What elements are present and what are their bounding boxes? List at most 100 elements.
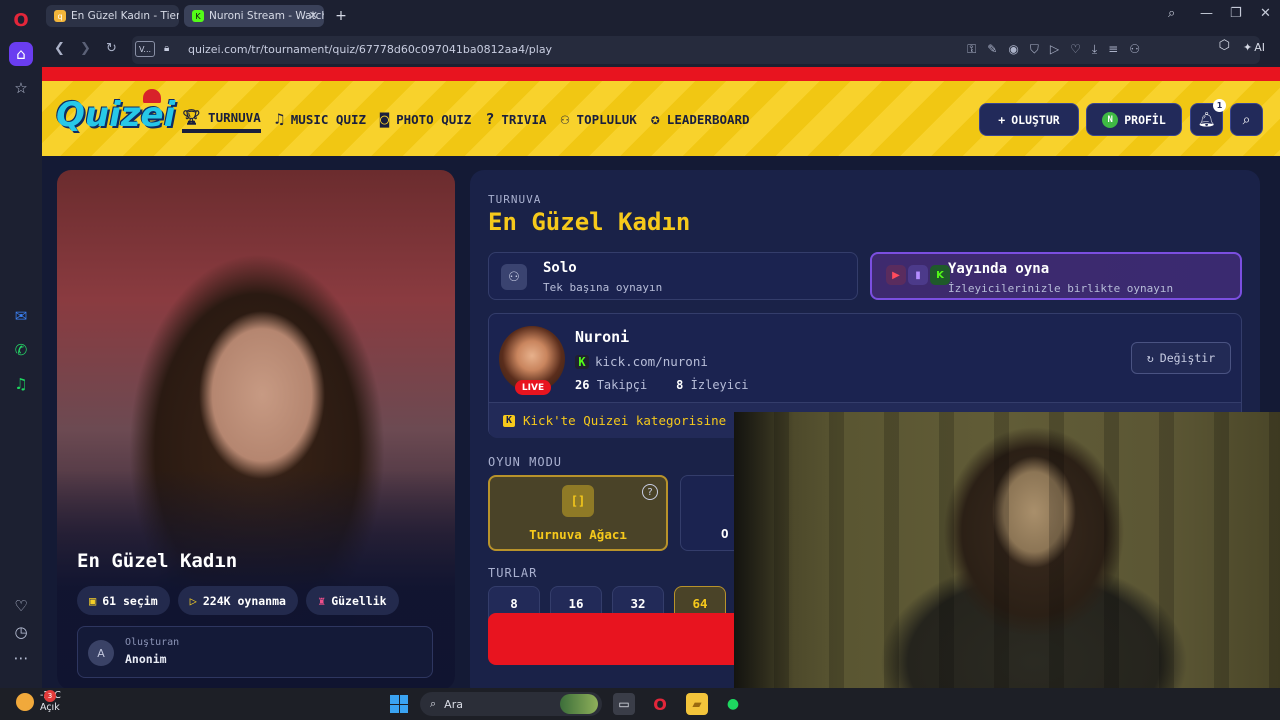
whatsapp-icon[interactable]: ✆ — [9, 338, 33, 362]
more-icon[interactable]: ⋯ — [9, 646, 33, 670]
search-tabs-icon[interactable]: ⌕ — [1168, 6, 1175, 21]
nav-label: TRIVIA — [501, 111, 547, 127]
home-icon[interactable]: ⌂ — [9, 42, 33, 66]
mode-stream-title: Yayında oyna — [948, 261, 1050, 277]
quizei-favicon-icon: q — [54, 10, 66, 22]
kick-note-text: Kick'te Quizei kategorisine — [523, 413, 727, 428]
notifications-button[interactable]: 🔔︎ 1 — [1190, 99, 1226, 136]
weather-widget[interactable]: 3 -2°C Açık — [16, 690, 61, 714]
extensions-cube-icon[interactable]: ⬡ — [1219, 38, 1230, 53]
profile-avatar: N — [1102, 111, 1119, 128]
panel-title: En Güzel Kadın — [488, 208, 691, 236]
tab-nuroni-stream[interactable]: K Nuroni Stream - Watch ✕ — [184, 5, 324, 27]
category-text: Güzellik — [331, 593, 387, 608]
nav-topluluk[interactable]: ⚇ TOPLULUK — [561, 105, 637, 133]
weather-condition: Açık — [40, 702, 60, 713]
edit-icon[interactable]: ✎ — [987, 42, 997, 57]
webcam-overlay — [734, 412, 1280, 688]
new-tab-button[interactable]: + — [332, 7, 350, 25]
taskbar-search[interactable]: ⌕ Ara — [420, 692, 602, 716]
streamer-stats: 26 Takipçi 8 İzleyici — [575, 378, 748, 392]
messenger-icon[interactable]: ✉ — [9, 304, 33, 328]
lock-icon[interactable]: 🔒︎ — [164, 43, 169, 54]
menu-lines-icon[interactable]: ≡ — [1108, 42, 1118, 57]
minimize-icon[interactable]: — — [1200, 6, 1213, 21]
pinboard-icon[interactable]: ☆ — [9, 76, 33, 100]
nav-label: LEADERBOARD — [666, 111, 750, 127]
forward-icon[interactable]: ❯ — [80, 41, 91, 56]
camera-icon: ◙ — [380, 110, 390, 128]
account-icon[interactable]: ⚇ — [1129, 42, 1140, 57]
task-view-icon[interactable]: ▭ — [613, 693, 635, 715]
shield-icon[interactable]: ⛉ — [1030, 42, 1039, 57]
aria-ai-button[interactable]: ✦ AI — [1234, 35, 1274, 59]
santa-hat-icon — [143, 89, 161, 103]
creator-name: Anonim — [125, 652, 167, 666]
mode-stream-option[interactable]: ▶ ▮ K Yayında oyna İzleyicilerinizle bir… — [870, 252, 1242, 300]
vpn-badge[interactable]: V... — [135, 41, 155, 57]
restore-icon[interactable]: ❐ — [1230, 6, 1242, 21]
kick-small-icon: K — [503, 414, 515, 427]
help-icon[interactable]: ? — [642, 484, 658, 500]
site-search-button[interactable]: ⌕ — [1230, 103, 1263, 136]
spotify-icon[interactable]: ♫ — [9, 372, 33, 396]
curtain-folds — [734, 412, 1280, 688]
url-text[interactable]: quizei.com/tr/tournament/quiz/67778d60c0… — [188, 43, 552, 56]
download-icon[interactable]: ⤓ — [1092, 42, 1097, 57]
top-red-strip — [42, 67, 1280, 81]
users-icon: ⚇ — [560, 110, 570, 128]
back-icon[interactable]: ❮ — [54, 41, 65, 56]
quiz-title: En Güzel Kadın — [77, 550, 238, 572]
streamer-link[interactable]: K kick.com/nuroni — [575, 354, 708, 369]
game-mode-label: OYUN MODU — [488, 455, 563, 469]
favorites-heart-icon[interactable]: ♡ — [9, 594, 33, 618]
browser-sidebar: O ⌂ ☆ ✉ ✆ ♫ ♡ ◷ ⋯ — [0, 0, 42, 688]
snapshot-camera-icon[interactable]: ◉ — [1008, 42, 1018, 57]
mode-solo-option[interactable]: ⚇ Solo Tek başına oynayın — [488, 252, 858, 300]
tab-tier-list[interactable]: q En Güzel Kadın - Tier List — [46, 5, 179, 27]
moon-icon — [16, 693, 34, 711]
close-tab-icon[interactable]: ✕ — [309, 9, 318, 22]
close-window-icon[interactable]: ✕ — [1260, 6, 1271, 21]
key-icon[interactable]: ⚿ — [967, 42, 976, 57]
opera-taskbar-icon[interactable]: O — [649, 693, 671, 715]
streamer-name: Nuroni — [575, 328, 630, 346]
nav-music-quiz[interactable]: ♫ MUSIC QUIZ — [275, 105, 366, 133]
windows-start-icon[interactable] — [390, 695, 408, 713]
rounds-label: TURLAR — [488, 566, 538, 580]
nav-leaderboard[interactable]: ✪ LEADERBOARD — [651, 105, 750, 133]
kick-favicon-icon: K — [192, 10, 204, 22]
profile-label: PROFİL — [1124, 112, 1166, 127]
bracket-icon: [] — [562, 485, 594, 517]
creator-box[interactable]: A Oluşturan Anonim — [77, 626, 433, 678]
start-button[interactable] — [488, 613, 748, 665]
youtube-icon: ▶ — [886, 265, 906, 285]
history-clock-icon[interactable]: ◷ — [9, 620, 33, 644]
choices-chip: ▣ 61 seçim — [77, 586, 170, 615]
url-field[interactable]: V... 🔒︎ quizei.com/tr/tournament/quiz/67… — [132, 36, 1260, 64]
play-icon[interactable]: ▷ — [1050, 42, 1059, 57]
taskbar-search-label: Ara — [444, 697, 463, 711]
followers-count: 26 — [575, 378, 590, 392]
spotify-taskbar-icon[interactable]: ● — [722, 693, 744, 715]
file-explorer-icon[interactable]: ▰ — [686, 693, 708, 715]
profile-button[interactable]: N PROFİL — [1086, 103, 1182, 136]
medal-icon: ✪ — [650, 110, 660, 128]
search-icon: ⌕ — [430, 697, 437, 710]
nav-label: TURNUVA — [208, 109, 261, 125]
music-note-icon: ♫ — [274, 110, 284, 128]
change-account-button[interactable]: ↻ Değiştir — [1131, 342, 1231, 374]
create-button[interactable]: + OLUŞTUR — [979, 103, 1079, 136]
game-mode-bracket[interactable]: [] ? Turnuva Ağacı — [488, 475, 668, 551]
tab-label: Nuroni Stream - Watch — [209, 10, 324, 22]
opera-logo-icon[interactable]: O — [9, 8, 33, 32]
heart-icon[interactable]: ♡ — [1070, 42, 1081, 57]
bell-icon: 🔔︎ — [1197, 111, 1216, 128]
category-chip[interactable]: ♜ Güzellik — [305, 586, 399, 615]
kick-icon: K — [930, 265, 950, 285]
mode-solo-title: Solo — [543, 260, 577, 276]
nav-trivia[interactable]: ? TRIVIA — [485, 105, 546, 133]
nav-turnuva[interactable]: 🏆︎ TURNUVA — [182, 105, 261, 133]
nav-photo-quiz[interactable]: ◙ PHOTO QUIZ — [380, 105, 471, 133]
reload-icon[interactable]: ↻ — [106, 41, 117, 56]
